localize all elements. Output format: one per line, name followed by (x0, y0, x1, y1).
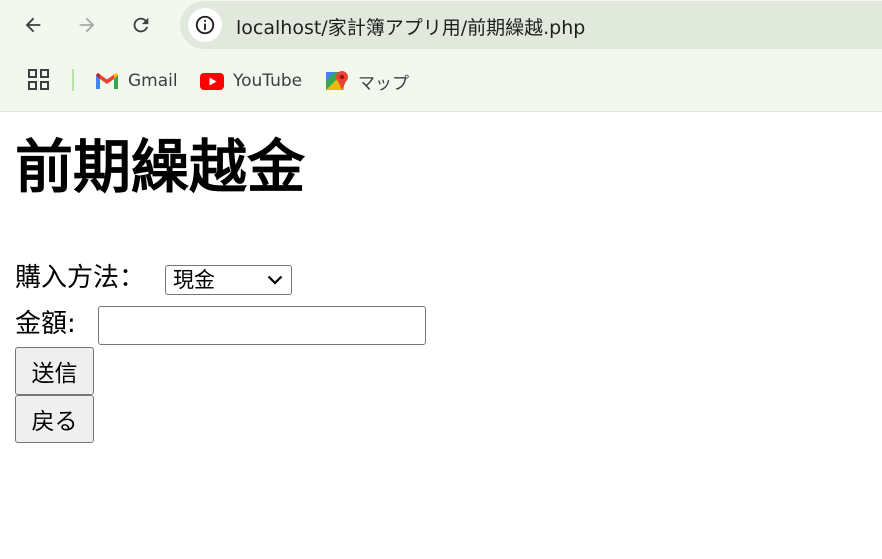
page-content: 前期繰越金 購入方法： 現金 金額: 送信 戻る (0, 112, 882, 559)
youtube-icon (200, 72, 224, 90)
bookmark-label: YouTube (233, 71, 303, 91)
address-bar[interactable]: localhost/家計簿アプリ用/前期繰越.php (180, 1, 882, 49)
bookmark-maps[interactable]: マップ (325, 66, 409, 96)
method-select-value: 現金 (173, 268, 215, 292)
amount-label: 金額: (15, 309, 76, 339)
reload-button[interactable] (125, 9, 157, 41)
arrow-left-icon (25, 17, 41, 33)
reload-icon (133, 17, 149, 33)
back-button[interactable] (17, 9, 49, 41)
page-title: 前期繰越金 (15, 133, 306, 201)
info-icon (195, 15, 215, 35)
browser-toolbar: localhost/家計簿アプリ用/前期繰越.php Gmail YouTube… (0, 0, 882, 112)
back-link-button[interactable]: 戻る (15, 395, 94, 443)
gmail-icon (95, 72, 119, 90)
amount-input[interactable] (98, 306, 426, 345)
bookmark-youtube[interactable]: YouTube (200, 66, 302, 96)
url-text: localhost/家計簿アプリ用/前期繰越.php (236, 17, 586, 39)
bookmark-label: Gmail (128, 71, 178, 91)
arrow-right-icon (79, 17, 95, 33)
submit-button[interactable]: 送信 (15, 347, 94, 395)
method-select[interactable]: 現金 (165, 265, 292, 295)
chevron-down-icon (267, 275, 283, 285)
method-label: 購入方法： (15, 263, 146, 293)
bookmarks-bar: Gmail YouTube マップ (0, 64, 882, 98)
bookmarks-divider (72, 69, 74, 91)
site-info-button[interactable] (188, 8, 222, 42)
apps-grid-icon[interactable] (28, 69, 50, 91)
forward-button[interactable] (71, 9, 103, 41)
bookmark-gmail[interactable]: Gmail (95, 66, 178, 96)
maps-icon (325, 69, 349, 93)
bookmark-label: マップ (358, 73, 409, 94)
